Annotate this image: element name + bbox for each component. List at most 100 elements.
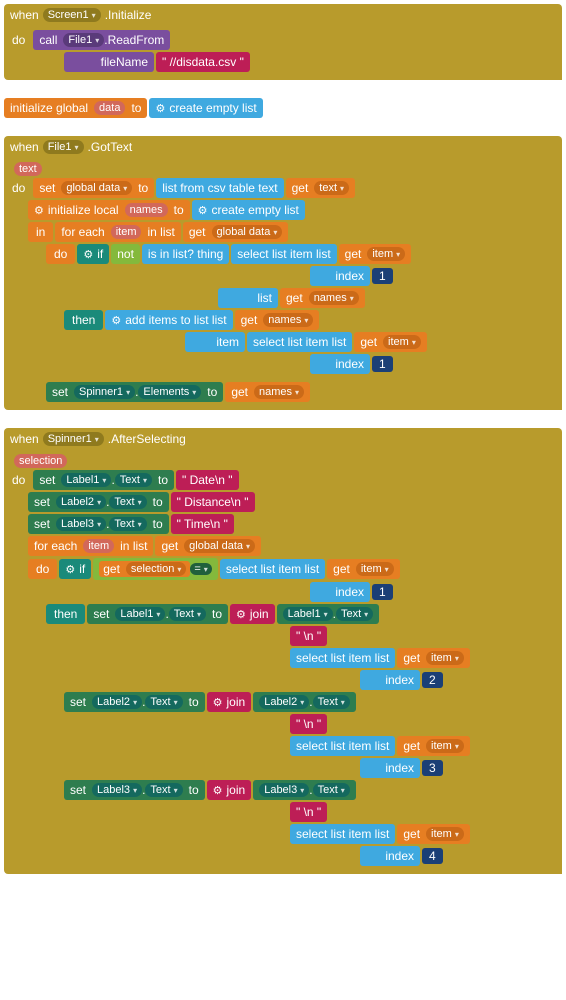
var-item[interactable]: item [426, 739, 464, 753]
join-block[interactable]: join [207, 780, 252, 800]
component-spinner1[interactable]: Spinner1 [43, 432, 104, 446]
prop-text[interactable]: Text [336, 607, 373, 621]
get-label2-text[interactable]: Label2 . Text [253, 692, 356, 712]
add-items-block[interactable]: add items to list list [105, 310, 232, 330]
string-time[interactable]: " Time\n " [171, 514, 234, 534]
event-header[interactable]: when Spinner1 .AfterSelecting [4, 428, 562, 450]
string-date[interactable]: " Date\n " [176, 470, 239, 490]
var-item[interactable]: item [426, 827, 464, 841]
get-block[interactable]: get item [327, 559, 399, 579]
isinlist-block[interactable]: is in list? thing [142, 244, 229, 264]
join-block[interactable]: join [207, 692, 252, 712]
var-selection[interactable]: selection [126, 562, 186, 576]
get-block[interactable]: get global data [155, 536, 261, 556]
select-list-item-block[interactable]: select list item list [290, 824, 395, 844]
prop-text[interactable]: Text [115, 473, 152, 487]
prop-text[interactable]: Text [313, 695, 350, 709]
index-1[interactable]: 1 [372, 584, 393, 600]
var-global-data[interactable]: global data [184, 539, 255, 553]
filename-value[interactable]: " //disdata.csv " [156, 52, 250, 72]
prop-text[interactable]: Text [145, 783, 182, 797]
var-global-data[interactable]: global data [61, 181, 132, 195]
index-4[interactable]: 4 [422, 848, 443, 864]
var-item[interactable]: item [383, 335, 421, 349]
component-label1[interactable]: Label1 [115, 607, 165, 621]
component-label3[interactable]: Label3 [92, 783, 142, 797]
get-block[interactable]: get item [354, 332, 426, 352]
get-block[interactable]: get item [397, 648, 469, 668]
component-label3[interactable]: Label3 [56, 517, 106, 531]
set-label2-text[interactable]: set Label2 . Text to [64, 692, 205, 712]
index-1[interactable]: 1 [372, 356, 393, 372]
var-text[interactable]: text [314, 181, 349, 195]
get-block[interactable]: get names [235, 310, 320, 330]
select-list-item-block[interactable]: select list item list [290, 736, 395, 756]
prop-text[interactable]: Text [313, 783, 350, 797]
index-3[interactable]: 3 [422, 760, 443, 776]
component-label2[interactable]: Label2 [259, 695, 309, 709]
index-1[interactable]: 1 [372, 268, 393, 284]
string-nl[interactable]: " \n " [290, 714, 327, 734]
select-list-item-block[interactable]: select list item list [290, 648, 395, 668]
init-local-block[interactable]: initialize local names to [28, 200, 190, 220]
equals-op[interactable]: = [190, 563, 211, 575]
var-names[interactable]: names [309, 291, 359, 305]
set-label1-text[interactable]: set Label1 . Text to [87, 604, 228, 624]
set-label1-text[interactable]: set Label1 . Text to [33, 470, 174, 490]
select-list-item-block[interactable]: select list item list [231, 244, 336, 264]
set-label2-text[interactable]: set Label2 . Text to [28, 492, 169, 512]
get-block[interactable]: get item [339, 244, 411, 264]
component-label1[interactable]: Label1 [283, 607, 333, 621]
var-names[interactable]: names [263, 313, 313, 327]
string-distance[interactable]: " Distance\n " [171, 492, 255, 512]
join-block[interactable]: join [230, 604, 275, 624]
component-file1[interactable]: File1 [63, 33, 104, 47]
prop-text[interactable]: Text [145, 695, 182, 709]
get-block[interactable]: get global data [183, 222, 289, 242]
prop-text[interactable]: Text [169, 607, 206, 621]
select-list-item-block[interactable]: select list item list [220, 559, 325, 579]
get-block[interactable]: get names [225, 382, 310, 402]
var-names[interactable]: names [254, 385, 304, 399]
string-nl[interactable]: " \n " [290, 802, 327, 822]
create-empty-list[interactable]: create empty list [149, 98, 262, 118]
list-from-csv[interactable]: list from csv table text [156, 178, 283, 198]
set-property-block[interactable]: set Spinner1 . Elements to [46, 382, 223, 402]
select-list-item-block[interactable]: select list item list [247, 332, 352, 352]
string-nl[interactable]: " \n " [290, 626, 327, 646]
component-screen1[interactable]: Screen1 [43, 8, 101, 22]
component-label2[interactable]: Label2 [56, 495, 106, 509]
get-block[interactable]: get item [397, 824, 469, 844]
foreach-block[interactable]: for each item in list [55, 222, 180, 242]
set-label3-text[interactable]: set Label3 . Text to [28, 514, 169, 534]
var-item[interactable]: item [356, 562, 394, 576]
prop-text[interactable]: Text [109, 495, 146, 509]
call-block[interactable]: call File1 .ReadFrom [33, 30, 170, 50]
component-file1[interactable]: File1 [43, 140, 84, 154]
create-empty-list[interactable]: create empty list [192, 200, 305, 220]
get-selection[interactable]: get selection [99, 561, 190, 577]
not-block[interactable]: not [111, 244, 140, 264]
if-block[interactable]: if [59, 559, 91, 579]
get-label3-text[interactable]: Label3 . Text [253, 780, 356, 800]
var-global-data[interactable]: global data [212, 225, 283, 239]
get-label1-text[interactable]: Label1 . Text [277, 604, 380, 624]
get-block[interactable]: get names [280, 288, 365, 308]
event-header[interactable]: when File1 .GotText [4, 136, 562, 158]
global-data-init[interactable]: initialize global data to create empty l… [4, 98, 562, 118]
init-global-block[interactable]: initialize global data to [4, 98, 147, 118]
component-label3[interactable]: Label3 [259, 783, 309, 797]
event-header[interactable]: when Screen1 .Initialize [4, 4, 562, 26]
var-item[interactable]: item [426, 651, 464, 665]
prop-elements[interactable]: Elements [138, 385, 201, 399]
index-2[interactable]: 2 [422, 672, 443, 688]
get-block[interactable]: get text [286, 178, 355, 198]
equals-container[interactable]: get selection = [93, 558, 218, 580]
get-block[interactable]: get item [397, 736, 469, 756]
var-item[interactable]: item [367, 247, 405, 261]
set-label3-text[interactable]: set Label3 . Text to [64, 780, 205, 800]
component-label1[interactable]: Label1 [61, 473, 111, 487]
component-label2[interactable]: Label2 [92, 695, 142, 709]
component-spinner1[interactable]: Spinner1 [74, 385, 135, 399]
set-block[interactable]: set global data to [33, 178, 154, 198]
